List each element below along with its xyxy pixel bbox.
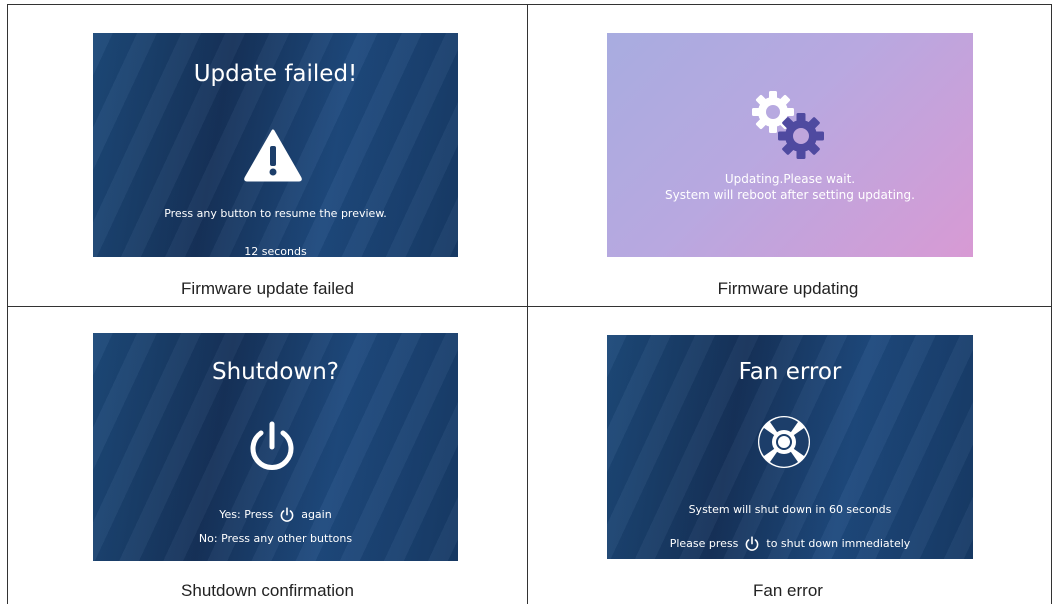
screen-title: Fan error (738, 359, 842, 385)
table-divider-horizontal (7, 306, 1052, 307)
yes-instruction: Yes: Press again (219, 507, 332, 522)
screen-title: Update failed! (193, 61, 358, 87)
warning-icon (244, 129, 302, 182)
power-icon (746, 536, 759, 551)
shutdown-countdown: System will shut down in 60 seconds (688, 503, 892, 516)
table-divider-vertical (527, 4, 528, 604)
updating-line-1: Updating.Please wait. (724, 172, 856, 186)
gears-icon (752, 91, 824, 159)
caption-firmware-update-failed: Firmware update failed (181, 279, 354, 298)
shutdown-instruction: Please press to shut down immediately (669, 536, 911, 551)
power-icon (280, 507, 294, 522)
screen-fan-error: Fan error System will shut down in 60 se… (607, 335, 973, 559)
screen-title: Shutdown? (211, 359, 340, 385)
caption-shutdown-confirmation: Shutdown confirmation (181, 581, 354, 600)
screen-firmware-updating: Updating.Please wait. System will reboot… (607, 33, 973, 257)
no-instruction: No: Press any other buttons (198, 532, 353, 545)
screen-shutdown-confirmation: Shutdown? Yes: Press again No: Press any … (93, 333, 458, 561)
caption-fan-error: Fan error (753, 581, 823, 600)
resume-message: Press any button to resume the preview. (164, 207, 387, 220)
caption-firmware-updating: Firmware updating (717, 279, 859, 298)
countdown-label: 12 seconds (244, 245, 307, 257)
updating-line-2: System will reboot after setting updatin… (665, 188, 915, 202)
power-icon (250, 421, 294, 470)
screen-update-failed: Update failed! Press any button to resum… (93, 33, 458, 257)
fan-icon (758, 416, 810, 468)
